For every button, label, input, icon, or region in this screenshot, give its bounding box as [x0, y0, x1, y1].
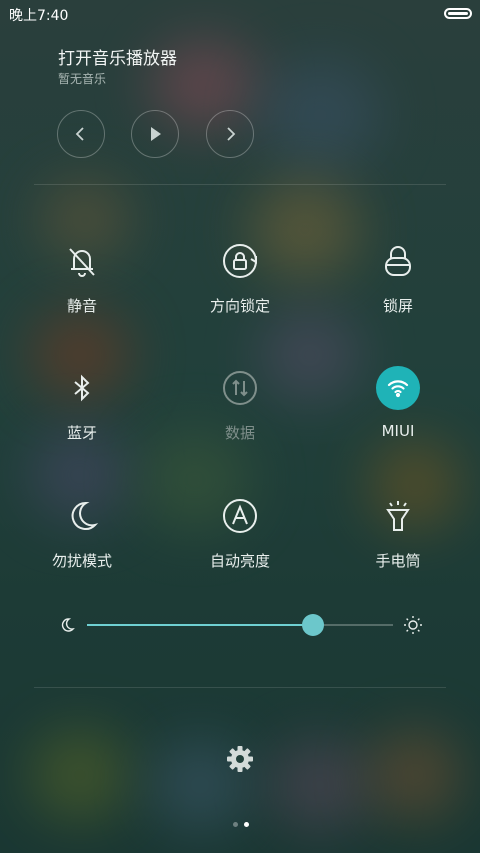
next-icon: [227, 127, 236, 141]
play-button[interactable]: [131, 110, 179, 158]
toggle-rotation-lock[interactable]: 方向锁定: [160, 239, 320, 349]
bluetooth-icon: [74, 374, 90, 402]
toggle-label: 手电筒: [375, 552, 421, 570]
previous-icon: [75, 127, 84, 141]
gear-icon[interactable]: [225, 744, 255, 774]
music-player-subtitle: 暂无音乐: [58, 72, 107, 86]
wifi-active-indicator: [376, 366, 420, 410]
toggle-label: MIUI: [381, 422, 415, 440]
toggle-label: 静音: [66, 297, 97, 315]
silent-bell-icon: [69, 248, 95, 277]
toggle-flashlight[interactable]: 手电筒: [318, 494, 478, 604]
status-bar: 晚上7:40: [0, 0, 480, 28]
next-button[interactable]: [206, 110, 254, 158]
toggle-auto-brightness[interactable]: 自动亮度: [160, 494, 320, 604]
wifi-icon: [387, 380, 409, 398]
toggle-do-not-disturb[interactable]: 勿扰模式: [2, 494, 162, 604]
music-player-title[interactable]: 打开音乐播放器: [58, 44, 177, 69]
play-icon: [151, 127, 161, 141]
mobile-data-icon: [223, 371, 257, 405]
toggle-label: 勿扰模式: [51, 552, 112, 570]
battery-full-icon: [444, 8, 472, 19]
toggle-wifi[interactable]: MIUI: [318, 366, 478, 476]
divider: [34, 687, 446, 688]
rotation-lock-icon: [223, 244, 257, 278]
lock-icon: [385, 246, 411, 276]
page-dot: [233, 822, 238, 827]
flashlight-icon: [386, 501, 410, 531]
brightness-min-moon-icon: [61, 618, 75, 632]
brightness-slider[interactable]: [87, 614, 393, 636]
brightness-max-sun-icon: [404, 616, 422, 634]
toggle-mobile-data[interactable]: 数据: [160, 366, 320, 476]
moon-icon: [71, 501, 99, 530]
toggle-label: 数据: [224, 424, 255, 442]
previous-button[interactable]: [57, 110, 105, 158]
brightness-slider-fill: [87, 624, 314, 626]
page-indicator: [230, 812, 252, 831]
page-dot: [244, 822, 249, 827]
toggle-label: 方向锁定: [209, 297, 270, 315]
auto-brightness-icon: [223, 499, 257, 533]
toggle-label: 锁屏: [382, 297, 413, 315]
status-time: 晚上7:40: [9, 8, 69, 24]
divider: [34, 184, 446, 185]
toggle-silent[interactable]: 静音: [2, 239, 162, 349]
toggle-lock-screen[interactable]: 锁屏: [318, 239, 478, 349]
toggle-bluetooth[interactable]: 蓝牙: [2, 366, 162, 476]
toggle-label: 蓝牙: [66, 424, 97, 442]
toggle-label: 自动亮度: [209, 552, 270, 570]
